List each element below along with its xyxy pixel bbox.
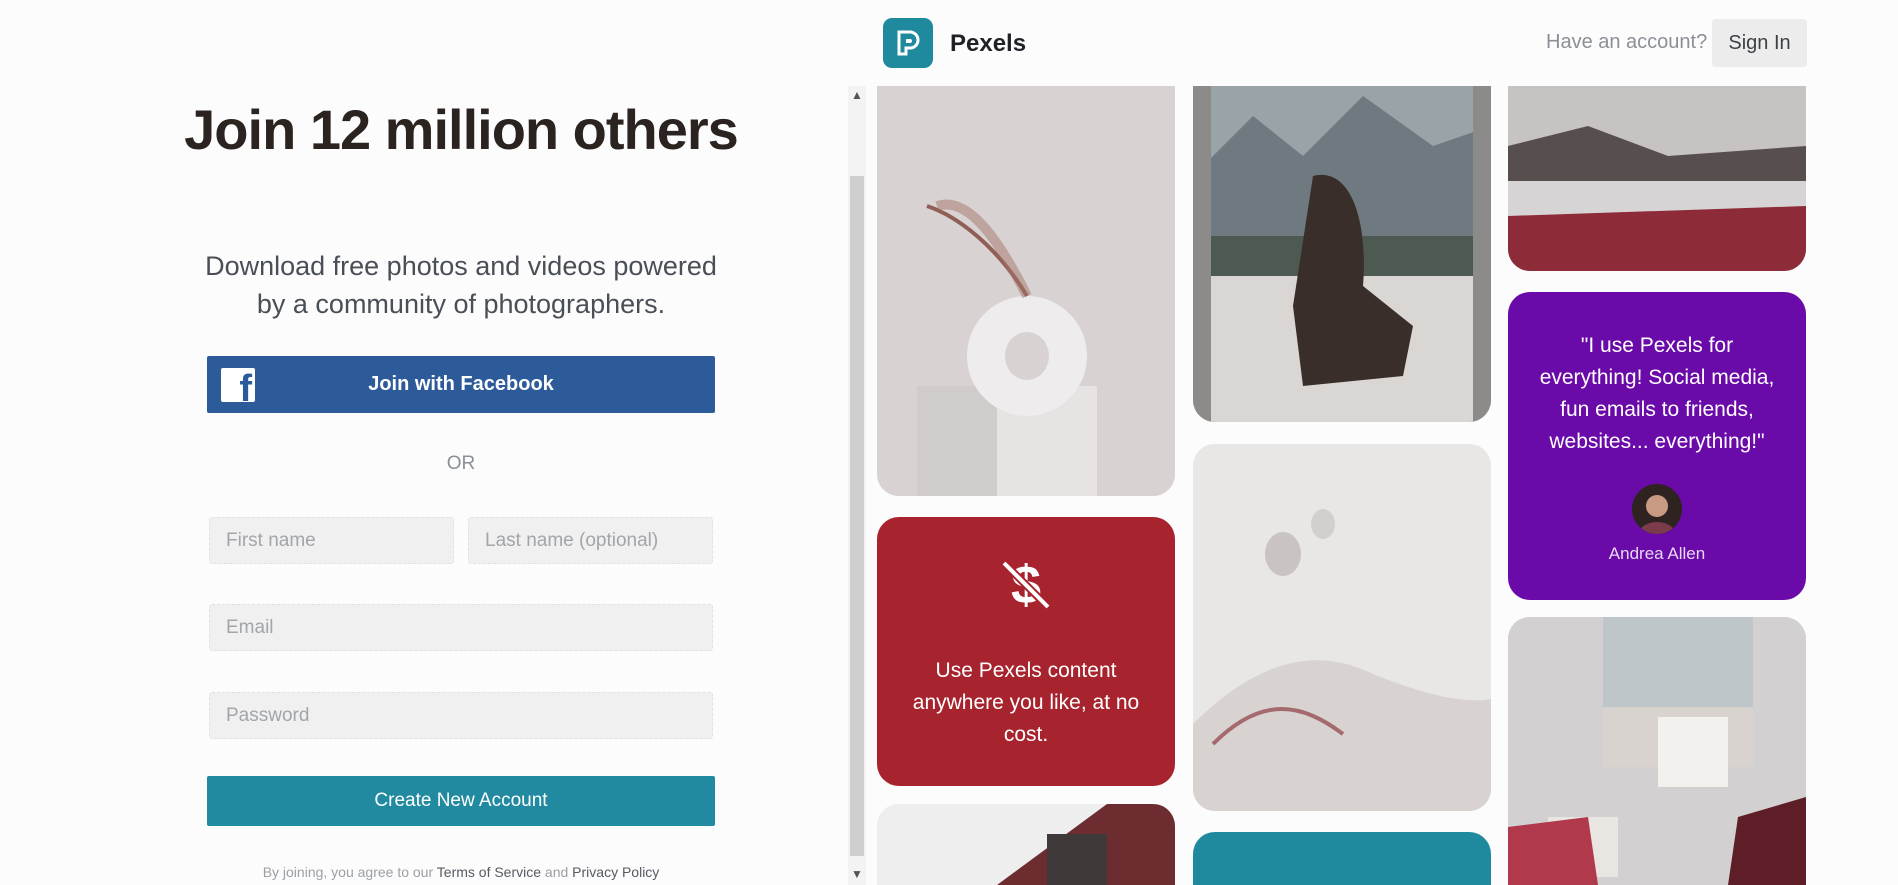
join-facebook-label: Join with Facebook: [368, 373, 554, 395]
privacy-policy-link[interactable]: Privacy Policy: [572, 864, 659, 880]
terms-prefix: By joining, you agree to our: [262, 864, 434, 880]
photo-tile-balloons[interactable]: [1193, 444, 1491, 811]
join-facebook-button[interactable]: f Join with Facebook: [207, 356, 715, 413]
scroll-up-arrow-icon[interactable]: ▲: [848, 86, 866, 104]
scroll-down-arrow-icon[interactable]: ▼: [848, 865, 866, 883]
or-divider: OR: [446, 453, 476, 474]
testimonial-card: "I use Pexels for everything! Social med…: [1508, 292, 1806, 600]
photo-tile-mountains[interactable]: [1193, 86, 1491, 422]
pexels-logo-icon[interactable]: [883, 18, 933, 68]
photo-tile-vase[interactable]: [877, 86, 1175, 496]
testimonial-author: Andrea Allen: [1608, 544, 1706, 563]
password-field[interactable]: [209, 692, 713, 739]
brand-name[interactable]: Pexels: [950, 30, 1026, 58]
photo-tile-wall[interactable]: [1508, 617, 1806, 885]
page-subtitle: Download free photos and videos powered …: [205, 251, 717, 319]
page-title: Join 12 million others: [184, 98, 739, 161]
terms-notice: By joining, you agree to our Terms of Se…: [207, 864, 715, 880]
terms-of-service-link[interactable]: Terms of Service: [437, 864, 541, 880]
first-name-field[interactable]: [209, 517, 454, 564]
promo-text: Use Pexels content anywhere you like, at…: [912, 659, 1140, 746]
photo-tile-lake[interactable]: [1508, 86, 1806, 271]
facebook-icon: f: [221, 368, 255, 402]
signup-panel: Join 12 million others Download free pho…: [0, 0, 848, 885]
sign-in-label: Sign In: [1728, 31, 1791, 54]
no-dollar-icon: $: [1001, 555, 1051, 613]
terms-and: and: [544, 864, 569, 880]
email-field[interactable]: [209, 604, 713, 651]
have-account-text: Have an account?: [1546, 31, 1708, 53]
sign-in-button[interactable]: Sign In: [1712, 19, 1807, 67]
scrollbar-thumb[interactable]: [850, 176, 864, 856]
promo-card: $ Use Pexels content anywhere you like, …: [877, 517, 1175, 786]
teal-card: [1193, 832, 1491, 885]
avatar: [1632, 484, 1682, 534]
create-account-button[interactable]: Create New Account: [207, 776, 715, 826]
last-name-field[interactable]: [468, 517, 713, 564]
testimonial-quote: "I use Pexels for everything! Social med…: [1539, 334, 1775, 453]
create-account-label: Create New Account: [374, 790, 548, 811]
photo-tile-house[interactable]: [877, 804, 1175, 885]
